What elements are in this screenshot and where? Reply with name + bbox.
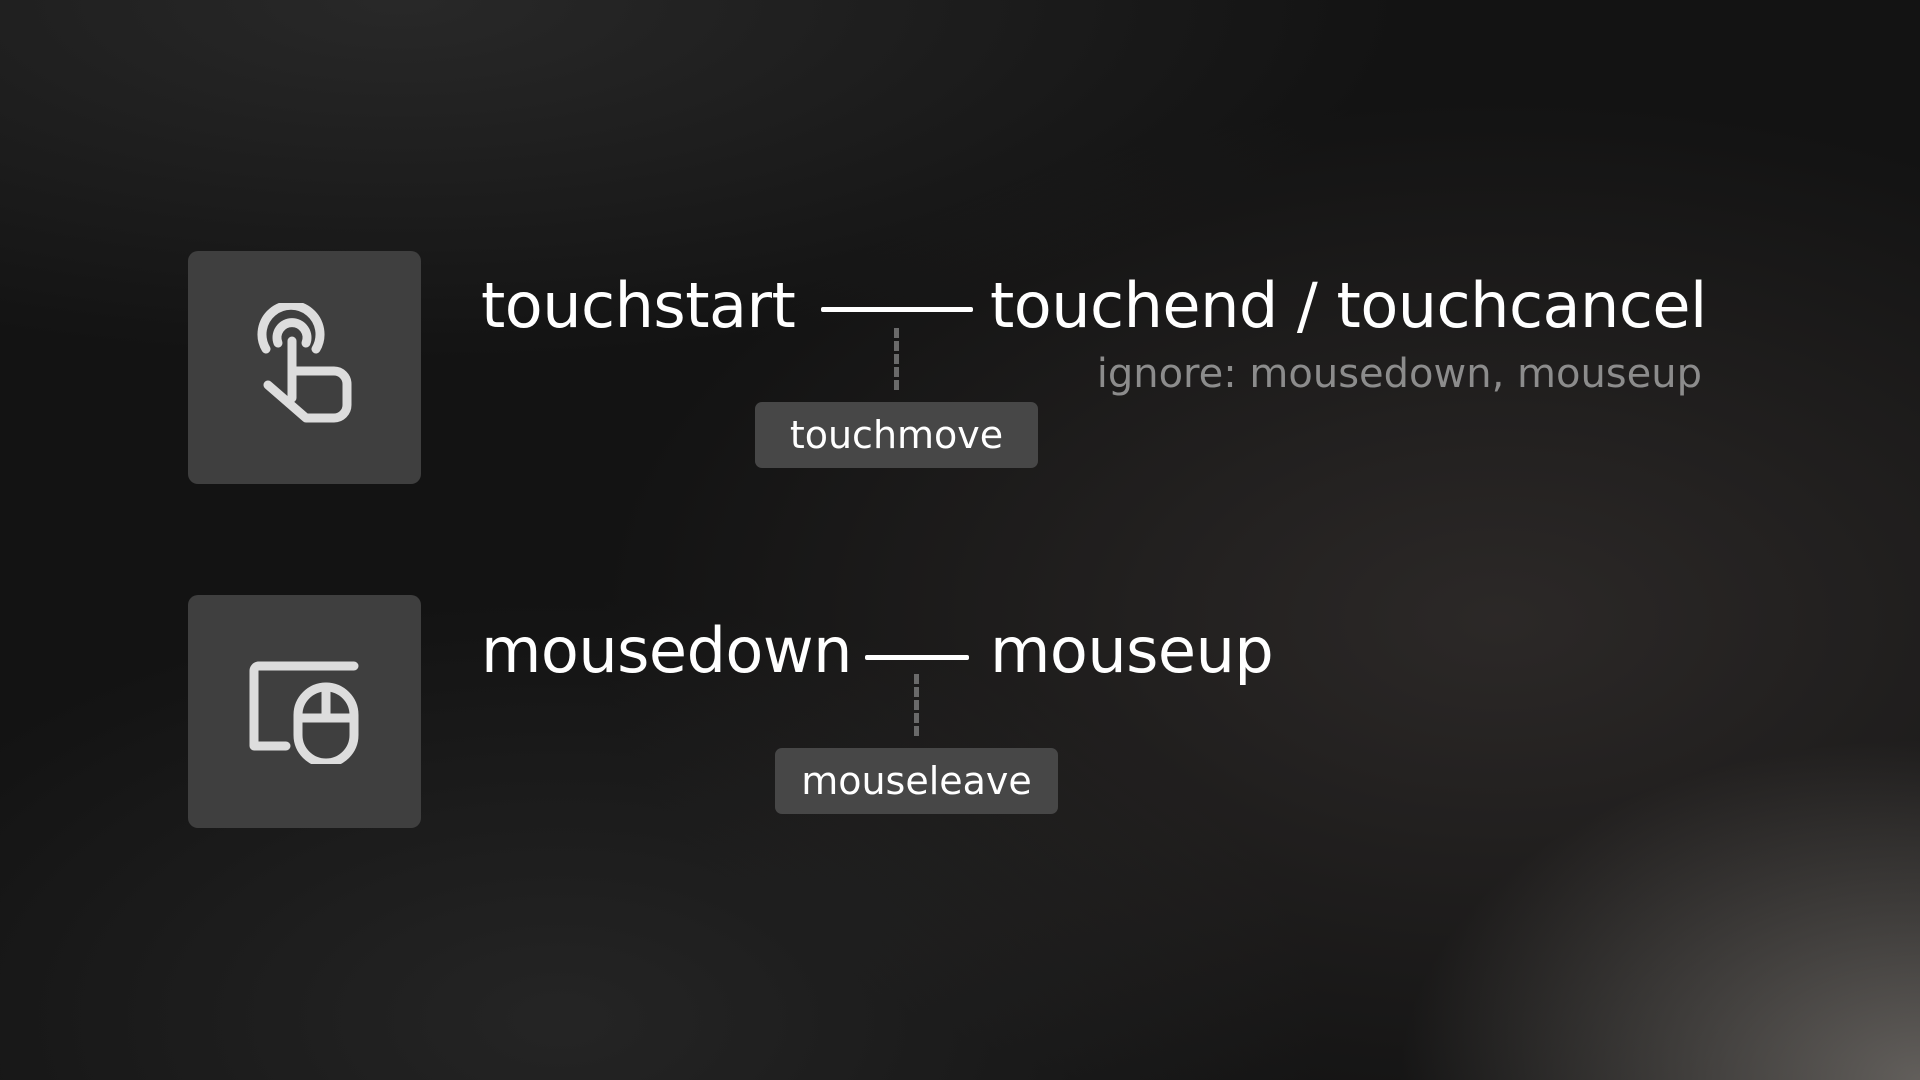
mouse-connector-line <box>865 655 969 660</box>
touchstart-label: touchstart <box>481 269 796 342</box>
touch-connector-line <box>821 307 973 312</box>
touchmove-chip: touchmove <box>755 402 1038 468</box>
mouseleave-chip: mouseleave <box>775 748 1058 814</box>
touch-icon <box>257 302 351 422</box>
mouse-dashed-connector <box>914 674 919 736</box>
touch-dashed-connector <box>894 328 899 390</box>
mousedown-label: mousedown <box>481 614 852 687</box>
ignore-note: ignore: mousedown, mouseup <box>1096 351 1702 397</box>
mouseup-label: mouseup <box>990 614 1274 687</box>
touch-icon-tile <box>188 251 421 484</box>
mouse-icon-tile <box>188 595 421 828</box>
touchend-touchcancel-label: touchend / touchcancel <box>990 269 1707 342</box>
mouse-icon <box>249 661 358 764</box>
